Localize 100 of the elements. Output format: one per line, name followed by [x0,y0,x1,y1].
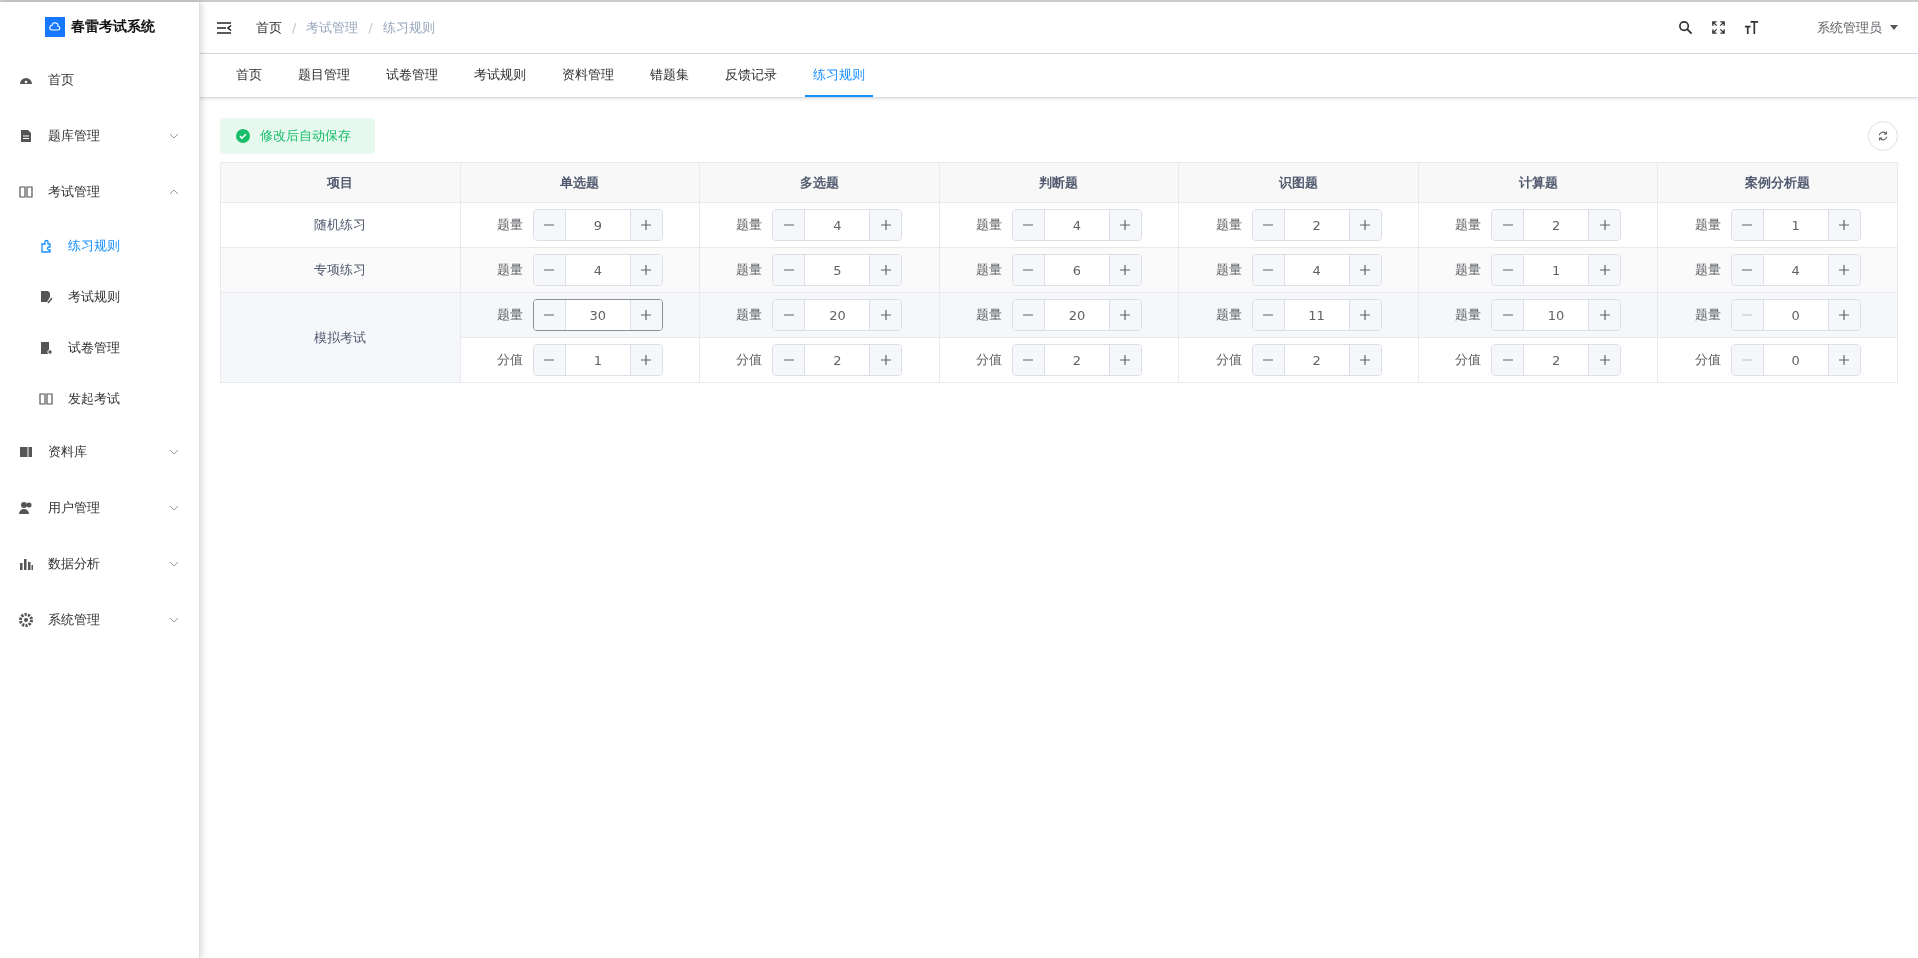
number-stepper[interactable]: 4 [772,209,903,241]
decrement-button[interactable] [1731,255,1764,285]
menu-item[interactable]: 首页 [0,52,199,108]
tab[interactable]: 练习规则 [805,54,873,97]
number-stepper[interactable]: 0 [1730,299,1861,331]
decrement-button[interactable] [1012,210,1045,240]
increment-button[interactable] [1588,255,1621,285]
increment-button[interactable] [1108,210,1141,240]
logo-icon [44,17,65,37]
submenu-item[interactable]: 练习规则 [0,220,199,271]
decrement-button[interactable] [773,300,806,330]
number-stepper[interactable]: 6 [1011,254,1142,286]
number-stepper[interactable]: 20 [1011,299,1142,331]
increment-button[interactable] [1348,300,1381,330]
number-stepper[interactable]: 4 [1011,209,1142,241]
menu-item[interactable]: 题库管理 [0,108,199,164]
decrement-button[interactable] [533,210,566,240]
submenu-item[interactable]: 试卷管理 [0,322,199,373]
decrement-button[interactable] [533,255,566,285]
number-stepper[interactable]: 2 [1251,344,1382,376]
decrement-button[interactable] [1252,255,1285,285]
increment-button[interactable] [1827,300,1860,330]
number-stepper[interactable]: 0 [1730,344,1861,376]
increment-button[interactable] [869,345,902,375]
increment-button[interactable] [1348,255,1381,285]
decrement-button[interactable] [773,345,806,375]
decrement-button[interactable] [773,210,806,240]
increment-button[interactable] [1108,255,1141,285]
increment-button[interactable] [629,255,662,285]
decrement-button[interactable] [1492,210,1525,240]
decrement-button[interactable] [1012,300,1045,330]
number-stepper[interactable]: 2 [1491,209,1622,241]
number-stepper[interactable]: 1 [1730,209,1861,241]
number-stepper[interactable]: 5 [772,254,903,286]
number-stepper[interactable]: 2 [1491,344,1622,376]
decrement-button[interactable] [1731,210,1764,240]
menu-item[interactable]: 系统管理 [0,592,199,648]
number-stepper[interactable]: 2 [1251,209,1382,241]
increment-button[interactable] [1588,345,1621,375]
increment-button[interactable] [629,300,662,330]
plus-icon [1119,309,1132,321]
edit-document-icon [38,288,54,305]
increment-button[interactable] [629,210,662,240]
fullscreen-icon[interactable] [1711,20,1726,35]
number-stepper[interactable]: 2 [1011,344,1142,376]
decrement-button[interactable] [1252,300,1285,330]
decrement-button[interactable] [1012,345,1045,375]
number-stepper[interactable]: 1 [1491,254,1622,286]
number-stepper[interactable]: 2 [772,344,903,376]
decrement-button[interactable] [1252,210,1285,240]
field-label: 题量 [1455,216,1482,234]
menu-item[interactable]: 数据分析 [0,536,199,592]
number-stepper[interactable]: 20 [772,299,903,331]
number-stepper[interactable]: 4 [1251,254,1382,286]
tab[interactable]: 首页 [228,54,270,97]
number-stepper[interactable]: 10 [1491,299,1622,331]
decrement-button[interactable] [533,300,566,330]
number-stepper[interactable]: 9 [532,209,663,241]
increment-button[interactable] [1348,210,1381,240]
tab[interactable]: 错题集 [642,54,697,97]
tab[interactable]: 考试规则 [466,54,534,97]
number-stepper[interactable]: 4 [532,254,663,286]
decrement-button[interactable] [1492,345,1525,375]
increment-button[interactable] [1827,345,1860,375]
increment-button[interactable] [1108,345,1141,375]
tab[interactable]: 资料管理 [554,54,622,97]
increment-button[interactable] [1827,210,1860,240]
number-stepper[interactable]: 1 [532,344,663,376]
increment-button[interactable] [1588,210,1621,240]
increment-button[interactable] [1348,345,1381,375]
increment-button[interactable] [1827,255,1860,285]
number-stepper[interactable]: 4 [1730,254,1861,286]
decrement-button[interactable] [1252,345,1285,375]
increment-button[interactable] [869,255,902,285]
increment-button[interactable] [1108,300,1141,330]
number-stepper[interactable]: 30 [532,299,663,331]
tab[interactable]: 题目管理 [290,54,358,97]
submenu-item[interactable]: 考试规则 [0,271,199,322]
font-size-icon[interactable] [1744,20,1759,35]
menu-icon[interactable] [216,20,232,35]
increment-button[interactable] [1588,300,1621,330]
menu-item[interactable]: 考试管理 [0,164,199,220]
submenu-item[interactable]: 发起考试 [0,373,199,424]
number-stepper[interactable]: 11 [1251,299,1382,331]
tab[interactable]: 反馈记录 [717,54,785,97]
decrement-button[interactable] [1012,255,1045,285]
breadcrumb-item[interactable]: 首页 [256,18,282,37]
increment-button[interactable] [629,345,662,375]
increment-button[interactable] [869,210,902,240]
user-menu[interactable]: 系统管理员 [1817,18,1882,37]
decrement-button[interactable] [533,345,566,375]
search-icon[interactable] [1678,20,1693,35]
decrement-button[interactable] [1492,255,1525,285]
tab[interactable]: 试卷管理 [378,54,446,97]
decrement-button[interactable] [773,255,806,285]
decrement-button[interactable] [1492,300,1525,330]
menu-item[interactable]: 用户管理 [0,480,199,536]
field-label: 题量 [736,261,763,279]
increment-button[interactable] [869,300,902,330]
menu-item[interactable]: 资料库 [0,424,199,480]
